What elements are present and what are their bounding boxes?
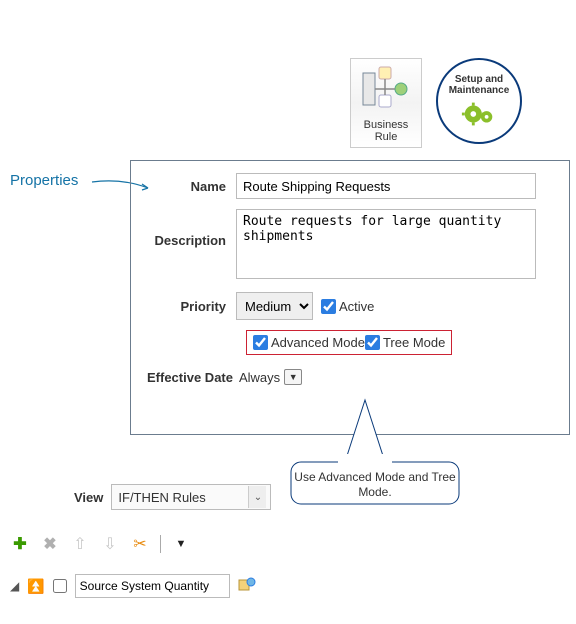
chevron-down-icon: ⌄ — [248, 486, 266, 508]
arrow-up-icon: ⇧ — [73, 534, 86, 554]
active-checkbox[interactable] — [321, 299, 336, 314]
priority-select[interactable]: Medium — [236, 292, 313, 320]
x-icon: ✖ — [43, 534, 56, 554]
collapse-all-button[interactable]: ⏫ — [27, 579, 44, 593]
separator — [160, 535, 161, 553]
gear-icon — [460, 100, 498, 128]
active-label: Active — [339, 299, 374, 314]
setup-maintenance-button[interactable]: Setup and Maintenance — [436, 58, 522, 144]
triangle-down-icon: ◢ — [10, 579, 19, 593]
business-rule-label: Business Rule — [351, 119, 421, 143]
properties-panel: Name Description Priority Medium Active … — [130, 160, 570, 435]
source-system-input[interactable] — [75, 574, 230, 598]
business-rule-icon — [361, 65, 411, 113]
modes-highlight-box: Advanced Mode Tree Mode — [246, 330, 452, 355]
chevron-down-icon: ▼ — [289, 372, 298, 382]
name-label: Name — [141, 179, 236, 194]
effective-date-label: Effective Date — [147, 370, 233, 385]
advanced-mode-checkbox[interactable] — [253, 335, 268, 350]
cut-button[interactable]: ✂ — [130, 534, 150, 554]
business-rule-button[interactable]: Business Rule — [350, 58, 422, 148]
add-button[interactable]: ✚ — [10, 534, 30, 554]
effective-date-dropdown[interactable]: ▼ — [284, 369, 302, 385]
tree-mode-label: Tree Mode — [383, 335, 445, 350]
scissors-icon: ✂ — [133, 534, 146, 554]
description-label: Description — [141, 209, 236, 248]
more-menu-button[interactable]: ▼ — [171, 534, 191, 554]
setup-maintenance-label: Setup and Maintenance — [438, 74, 520, 96]
callout-bubble-text: Use Advanced Mode and Tree Mode. — [290, 470, 460, 500]
description-input[interactable] — [236, 209, 536, 279]
move-down-button[interactable]: ⇩ — [100, 534, 120, 554]
priority-label: Priority — [141, 299, 236, 314]
chevron-down-icon: ▼ — [176, 538, 187, 550]
plus-icon: ✚ — [13, 534, 26, 554]
callout-bubble: Use Advanced Mode and Tree Mode. — [290, 440, 460, 529]
view-select[interactable]: IF/THEN Rules ⌄ — [111, 484, 271, 510]
advanced-mode-label: Advanced Mode — [271, 335, 365, 350]
properties-callout-label: Properties — [10, 172, 78, 189]
effective-date-value: Always — [239, 370, 280, 385]
move-up-button[interactable]: ⇧ — [70, 534, 90, 554]
rules-toolbar: ✚ ✖ ⇧ ⇩ ✂ ▼ — [10, 534, 191, 554]
arrow-down-icon: ⇩ — [103, 534, 116, 554]
row-checkbox[interactable] — [53, 579, 67, 593]
browse-button[interactable] — [238, 576, 256, 597]
expand-toggle[interactable]: ◢ — [10, 579, 19, 593]
name-input[interactable] — [236, 173, 536, 199]
delete-button[interactable]: ✖ — [40, 534, 60, 554]
tree-mode-checkbox[interactable] — [365, 335, 380, 350]
view-label: View — [74, 490, 103, 505]
view-select-value: IF/THEN Rules — [118, 490, 205, 505]
double-chevron-up-icon: ⏫ — [27, 578, 44, 594]
